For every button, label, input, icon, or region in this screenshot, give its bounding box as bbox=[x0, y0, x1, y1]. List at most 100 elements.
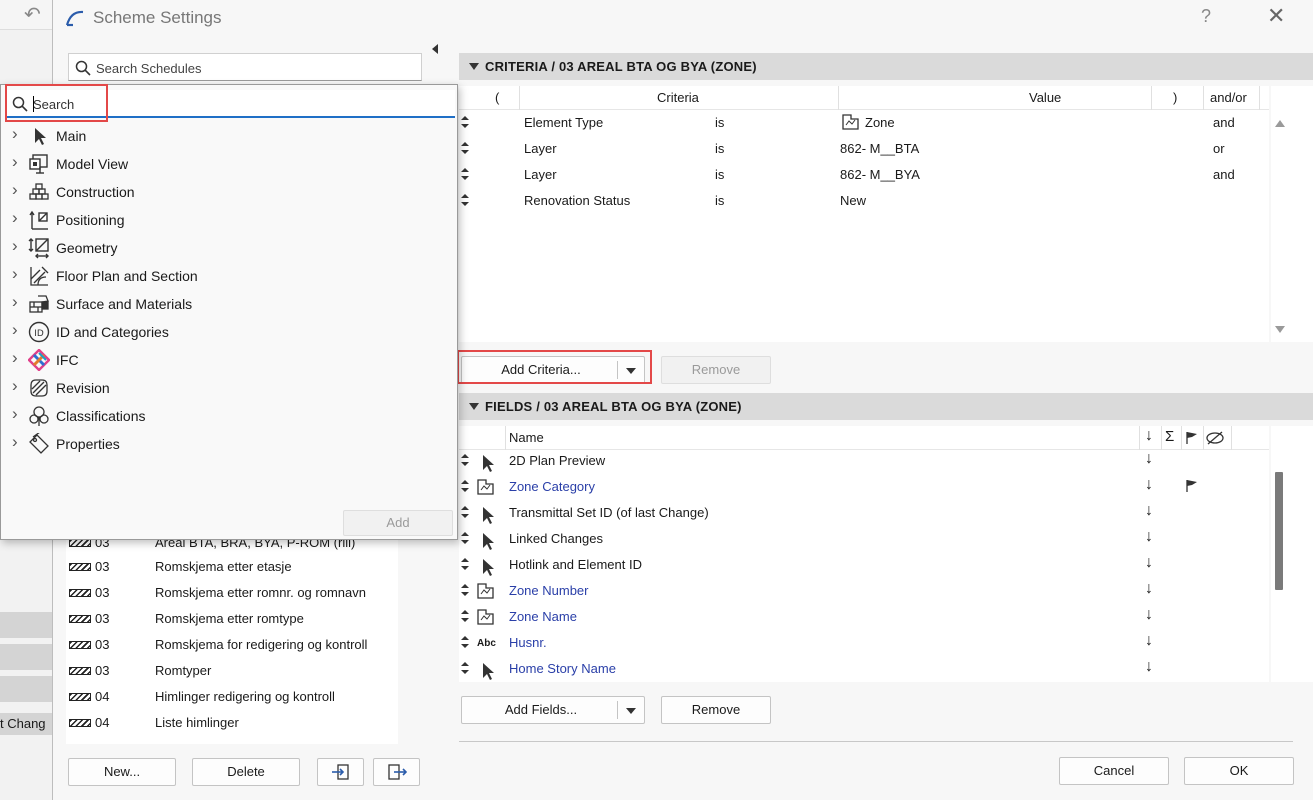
chevron-right-icon[interactable]: › bbox=[12, 208, 18, 228]
collapse-triangle-icon[interactable] bbox=[469, 63, 479, 70]
reorder-icon[interactable] bbox=[461, 454, 469, 466]
tree-item-properties[interactable]: › Properties bbox=[1, 430, 451, 458]
schedule-list[interactable]: 03 Areal BTA, BRA, BYA, P-ROM (rill) 03 Ro… bbox=[66, 530, 398, 744]
flag-header-icon[interactable] bbox=[1185, 431, 1199, 445]
field-row[interactable]: Hotlink and Element ID ↓ bbox=[459, 552, 1269, 578]
list-item[interactable]: 03 Romskjema etter romnr. og romnavn bbox=[66, 580, 398, 606]
reorder-icon[interactable] bbox=[461, 142, 469, 154]
column-divider bbox=[1203, 426, 1204, 450]
reorder-icon[interactable] bbox=[461, 194, 469, 206]
criteria-section-header[interactable]: CRITERIA / 03 AREAL BTA OG BYA (ZONE) bbox=[459, 53, 1313, 80]
reorder-icon[interactable] bbox=[461, 558, 469, 570]
sort-arrow-icon[interactable]: ↓ bbox=[1145, 632, 1153, 650]
search-schedules-input[interactable]: Search Schedules bbox=[68, 53, 422, 81]
field-row[interactable]: Zone Name ↓ bbox=[459, 604, 1269, 630]
delete-schedule-button[interactable]: Delete bbox=[192, 758, 300, 786]
chevron-right-icon[interactable]: › bbox=[12, 124, 18, 144]
remove-fields-button[interactable]: Remove bbox=[661, 696, 771, 724]
tree-item-ifc[interactable]: › IFC bbox=[1, 346, 451, 374]
sort-arrow-icon[interactable]: ↓ bbox=[1145, 554, 1153, 572]
reorder-icon[interactable] bbox=[461, 532, 469, 544]
tree-item-floor-plan-and-section[interactable]: › Floor Plan and Section bbox=[1, 262, 451, 290]
flag-icon[interactable] bbox=[1185, 479, 1199, 493]
reorder-icon[interactable] bbox=[461, 506, 469, 518]
sort-arrow-icon[interactable]: ↓ bbox=[1145, 476, 1153, 494]
new-schedule-button[interactable]: New... bbox=[68, 758, 176, 786]
reorder-icon[interactable] bbox=[461, 662, 469, 674]
add-fields-button[interactable]: Add Fields... bbox=[461, 696, 645, 724]
ok-button[interactable]: OK bbox=[1184, 757, 1294, 785]
criteria-row[interactable]: Layer is 862- M__BYA and bbox=[459, 162, 1269, 188]
scroll-up-icon[interactable] bbox=[1275, 120, 1285, 127]
criteria-row[interactable]: Layer is 862- M__BTA or bbox=[459, 136, 1269, 162]
import-button[interactable] bbox=[317, 758, 364, 786]
field-row[interactable]: Home Story Name ↓ bbox=[459, 656, 1269, 682]
sum-header-icon[interactable]: Σ bbox=[1165, 428, 1174, 445]
close-button[interactable]: ✕ bbox=[1267, 3, 1285, 29]
sort-arrow-icon[interactable]: ↓ bbox=[1145, 450, 1153, 468]
list-item[interactable]: 03 Romtyper bbox=[66, 658, 398, 684]
sort-arrow-icon[interactable]: ↓ bbox=[1145, 528, 1153, 546]
scroll-down-icon[interactable] bbox=[1275, 326, 1285, 333]
collapse-triangle-icon[interactable] bbox=[469, 403, 479, 410]
chevron-right-icon[interactable]: › bbox=[12, 264, 18, 284]
tree-item-classifications[interactable]: › Classifications bbox=[1, 402, 451, 430]
open-paren-header: ( bbox=[495, 90, 500, 105]
sort-arrow-icon[interactable]: ↓ bbox=[1145, 502, 1153, 520]
chevron-down-icon[interactable] bbox=[626, 708, 636, 714]
list-item[interactable]: 03 Romskjema etter romtype bbox=[66, 606, 398, 632]
cancel-button[interactable]: Cancel bbox=[1059, 757, 1169, 785]
field-row[interactable]: Zone Number ↓ bbox=[459, 578, 1269, 604]
remove-criteria-button[interactable]: Remove bbox=[661, 356, 771, 384]
list-item[interactable]: 03 Romskjema etter etasje bbox=[66, 554, 398, 580]
list-item[interactable]: 04 Himlinger redigering og kontroll bbox=[66, 684, 398, 710]
tree-item-positioning[interactable]: › Positioning bbox=[1, 206, 451, 234]
chevron-right-icon[interactable]: › bbox=[12, 180, 18, 200]
field-row[interactable]: 2D Plan Preview ↓ bbox=[459, 448, 1269, 474]
tree-item-construction[interactable]: › Construction bbox=[1, 178, 451, 206]
criteria-scrollbar[interactable] bbox=[1271, 86, 1313, 342]
collapse-panel-icon[interactable] bbox=[432, 44, 438, 54]
reorder-icon[interactable] bbox=[461, 636, 469, 648]
reorder-icon[interactable] bbox=[461, 584, 469, 596]
list-item[interactable]: 04 Liste himlinger bbox=[66, 710, 398, 736]
list-item[interactable]: 03 Romskjema for redigering og kontroll bbox=[66, 632, 398, 658]
criteria-row[interactable]: Renovation Status is New bbox=[459, 188, 1269, 214]
chevron-right-icon[interactable]: › bbox=[12, 376, 18, 396]
tree-item-model-view[interactable]: › Model View bbox=[1, 150, 451, 178]
popup-add-button[interactable]: Add bbox=[343, 510, 453, 536]
tree-item-surface-and-materials[interactable]: › Surface and Materials bbox=[1, 290, 451, 318]
sort-arrow-icon[interactable]: ↓ bbox=[1145, 658, 1153, 676]
chevron-right-icon[interactable]: › bbox=[12, 432, 18, 452]
sort-arrow-icon[interactable]: ↓ bbox=[1145, 606, 1153, 624]
chevron-right-icon[interactable]: › bbox=[12, 320, 18, 340]
help-button[interactable]: ? bbox=[1201, 6, 1211, 27]
chevron-right-icon[interactable]: › bbox=[12, 292, 18, 312]
hidden-eye-header-icon[interactable] bbox=[1205, 430, 1225, 446]
field-row[interactable]: Transmittal Set ID (of last Change) ↓ bbox=[459, 500, 1269, 526]
chevron-right-icon[interactable]: › bbox=[12, 404, 18, 424]
field-row[interactable]: Zone Category ↓ bbox=[459, 474, 1269, 500]
tree-item-id-and-categories[interactable]: › ID ID and Categories bbox=[1, 318, 451, 346]
chevron-right-icon[interactable]: › bbox=[12, 236, 18, 256]
reorder-icon[interactable] bbox=[461, 168, 469, 180]
schedule-number: 03 bbox=[95, 663, 110, 678]
reorder-icon[interactable] bbox=[461, 480, 469, 492]
field-row[interactable]: Linked Changes ↓ bbox=[459, 526, 1269, 552]
reorder-icon[interactable] bbox=[461, 610, 469, 622]
tree-item-geometry[interactable]: › Geometry bbox=[1, 234, 451, 262]
undo-icon[interactable]: ↶ bbox=[24, 2, 41, 27]
fields-scrollbar[interactable] bbox=[1271, 426, 1313, 682]
export-button[interactable] bbox=[373, 758, 420, 786]
criteria-row[interactable]: Element Type is Zone and bbox=[459, 110, 1269, 136]
fields-section-header[interactable]: FIELDS / 03 AREAL BTA OG BYA (ZONE) bbox=[459, 393, 1313, 420]
tree-item-revision[interactable]: › Revision bbox=[1, 374, 451, 402]
reorder-icon[interactable] bbox=[461, 116, 469, 128]
sort-header-icon[interactable]: ↓ bbox=[1145, 427, 1153, 445]
chevron-right-icon[interactable]: › bbox=[12, 152, 18, 172]
sort-arrow-icon[interactable]: ↓ bbox=[1145, 580, 1153, 598]
tree-item-main[interactable]: › Main bbox=[1, 122, 451, 150]
chevron-right-icon[interactable]: › bbox=[12, 348, 18, 368]
scrollbar-thumb[interactable] bbox=[1275, 472, 1283, 590]
field-row[interactable]: Abc Husnr. ↓ bbox=[459, 630, 1269, 656]
